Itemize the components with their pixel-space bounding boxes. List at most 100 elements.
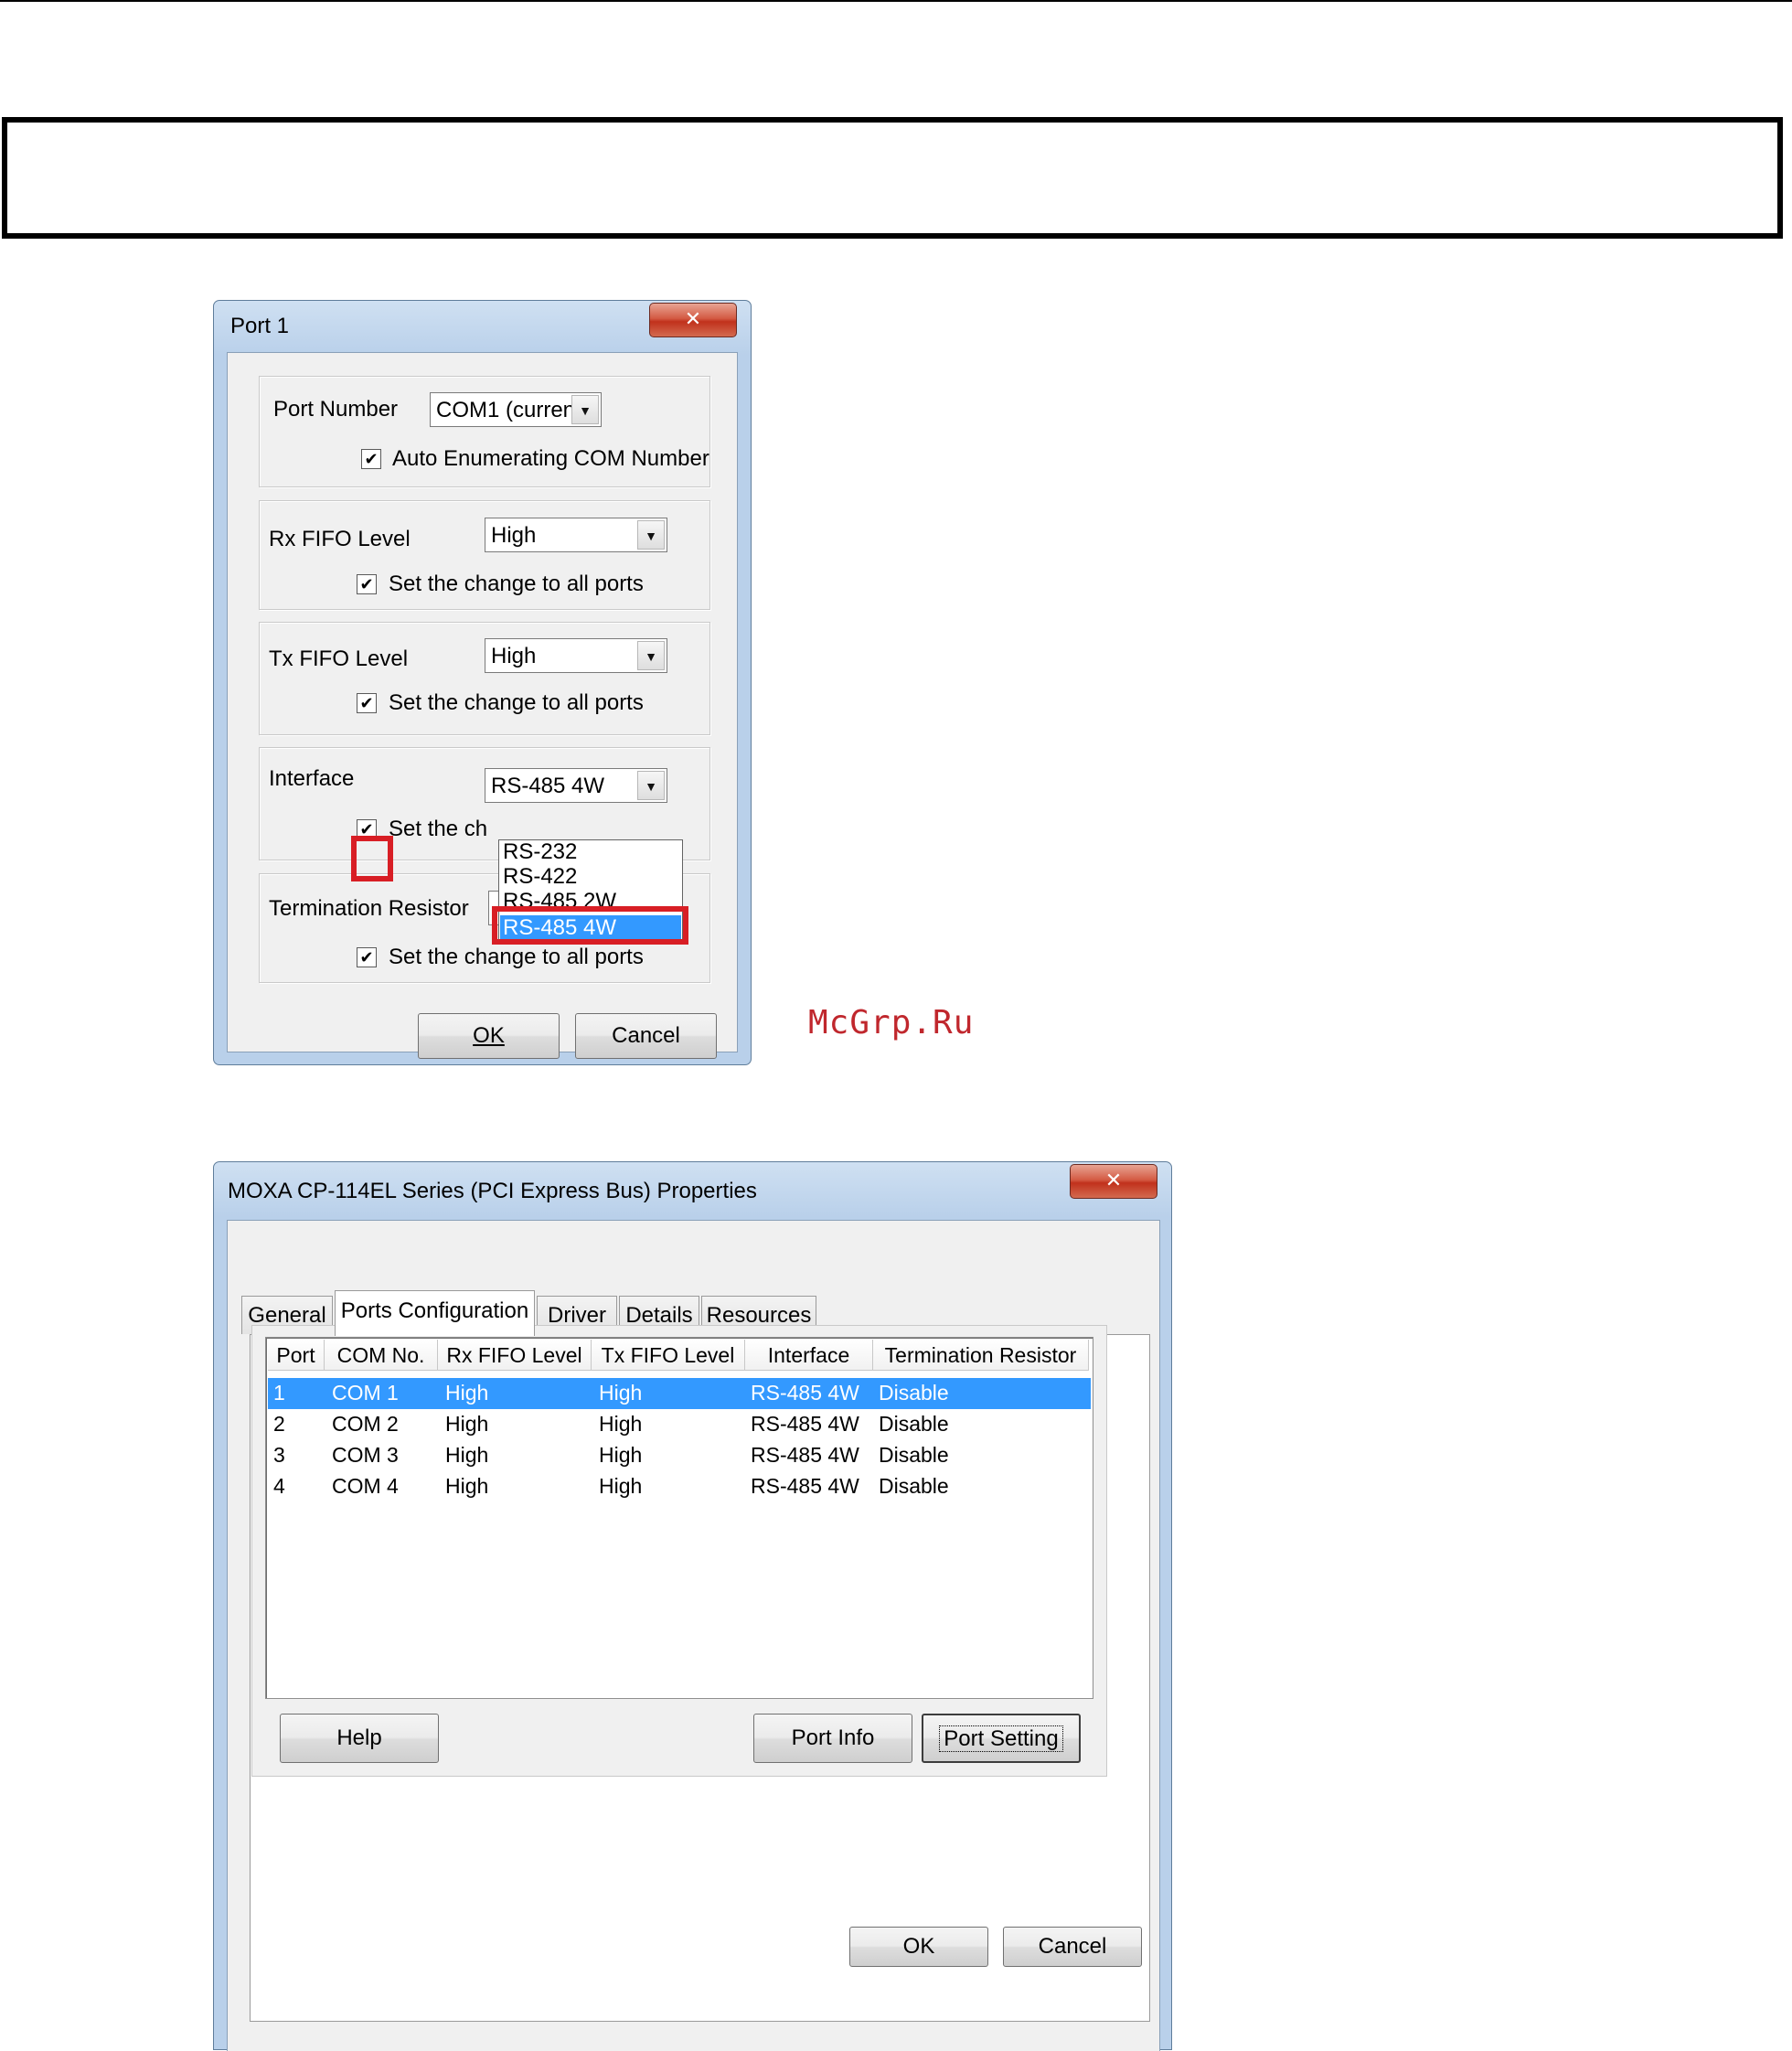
port-info-button-label: Port Info: [791, 1725, 875, 1750]
port-number-select[interactable]: COM1 (current) ▼: [430, 392, 602, 427]
interface-value: RS-485 4W: [491, 774, 605, 798]
close-icon: ✕: [1104, 1169, 1123, 1191]
rx-apply-all-checkbox[interactable]: ✔: [357, 574, 377, 594]
highlight-frame-option: [492, 906, 688, 945]
cell-tx-fifo: High: [599, 1412, 643, 1436]
cancel-button-label: Cancel: [1038, 1934, 1107, 1959]
top-rule: [0, 0, 1792, 2]
dropdown-option[interactable]: RS-422: [503, 865, 577, 889]
column-header-interface[interactable]: Interface: [745, 1340, 873, 1371]
tx-fifo-label: Tx FIFO Level: [269, 646, 409, 671]
cell-com-no: COM 1: [332, 1381, 399, 1405]
cell-rx-fifo: High: [445, 1443, 489, 1467]
cell-com-no: COM 2: [332, 1412, 399, 1436]
column-header-termination[interactable]: Termination Resistor: [873, 1340, 1089, 1371]
rx-fifo-select[interactable]: High ▼: [485, 518, 667, 552]
dialog-title: Port 1: [230, 314, 290, 338]
tx-apply-all-label: Set the change to all ports: [389, 690, 644, 715]
ok-button-label: OK: [473, 1023, 505, 1048]
cell-termination: Disable: [879, 1443, 949, 1467]
tx-fifo-select[interactable]: High ▼: [485, 638, 667, 673]
port-number-value: COM1 (current): [436, 398, 589, 422]
port-settings-dialog: Port 1 ✕ Port Number COM1 (current) ▼ ✔ …: [213, 300, 752, 1065]
column-header-port[interactable]: Port: [268, 1340, 325, 1371]
table-row[interactable]: 2 COM 2 High High RS-485 4W Disable: [268, 1409, 1091, 1440]
chevron-down-icon: ▼: [571, 395, 599, 424]
rx-fifo-label: Rx FIFO Level: [269, 527, 411, 551]
cell-port: 2: [273, 1412, 285, 1436]
highlight-frame-checkbox: [351, 836, 393, 881]
cancel-button[interactable]: Cancel: [1003, 1927, 1142, 1967]
dialog-client: General Ports Configuration Driver Detai…: [227, 1220, 1160, 2051]
watermark-text: McGrp.Ru: [808, 1004, 975, 1042]
cell-interface: RS-485 4W: [751, 1474, 859, 1498]
tx-fifo-group: Tx FIFO Level High ▼ ✔ Set the change to…: [259, 622, 710, 735]
cell-com-no: COM 3: [332, 1443, 399, 1467]
cell-termination: Disable: [879, 1412, 949, 1436]
port-number-group: Port Number COM1 (current) ▼ ✔ Auto Enum…: [259, 376, 710, 487]
termination-apply-all-label: Set the change to all ports: [389, 945, 644, 969]
help-button-label: Help: [336, 1725, 382, 1750]
cell-port: 4: [273, 1474, 285, 1498]
dialog-client: Port Number COM1 (current) ▼ ✔ Auto Enum…: [227, 352, 738, 1059]
close-button[interactable]: ✕: [1070, 1164, 1157, 1199]
dropdown-option[interactable]: RS-232: [503, 840, 577, 864]
cell-port: 1: [273, 1381, 285, 1405]
cell-rx-fifo: High: [445, 1474, 489, 1498]
cancel-button-label: Cancel: [612, 1023, 680, 1048]
table-row[interactable]: 4 COM 4 High High RS-485 4W Disable: [268, 1471, 1091, 1502]
table-row[interactable]: 3 COM 3 High High RS-485 4W Disable: [268, 1440, 1091, 1471]
rx-fifo-value: High: [491, 523, 537, 548]
check-icon: ✔: [364, 450, 379, 468]
cell-rx-fifo: High: [445, 1381, 489, 1405]
cell-tx-fifo: High: [599, 1381, 643, 1405]
chevron-down-icon: ▼: [637, 641, 665, 670]
tab-ports-configuration[interactable]: Ports Configuration: [335, 1290, 535, 1336]
tx-fifo-value: High: [491, 644, 537, 668]
column-header-tx-fifo[interactable]: Tx FIFO Level: [592, 1340, 745, 1371]
rx-apply-all-label: Set the change to all ports: [389, 572, 644, 596]
termination-apply-all-checkbox[interactable]: ✔: [357, 947, 377, 967]
cell-tx-fifo: High: [599, 1474, 643, 1498]
rx-fifo-group: Rx FIFO Level High ▼ ✔ Set the change to…: [259, 500, 710, 610]
check-icon: ✔: [359, 575, 374, 593]
tx-apply-all-checkbox[interactable]: ✔: [357, 693, 377, 713]
close-button[interactable]: ✕: [649, 303, 737, 337]
cell-rx-fifo: High: [445, 1412, 489, 1436]
cell-termination: Disable: [879, 1381, 949, 1405]
cell-com-no: COM 4: [332, 1474, 399, 1498]
ok-button[interactable]: OK: [849, 1927, 988, 1967]
auto-enum-checkbox[interactable]: ✔: [361, 449, 381, 469]
interface-apply-all-label: Set the ch: [389, 817, 488, 841]
port-setting-button[interactable]: Port Setting: [922, 1714, 1081, 1763]
cancel-button[interactable]: Cancel: [575, 1013, 717, 1059]
cell-interface: RS-485 4W: [751, 1412, 859, 1436]
check-icon: ✔: [359, 694, 374, 712]
interface-select[interactable]: RS-485 4W ▼: [485, 768, 667, 803]
cell-interface: RS-485 4W: [751, 1443, 859, 1467]
port-number-label: Port Number: [273, 397, 399, 422]
interface-label: Interface: [269, 766, 355, 791]
column-header-com-no[interactable]: COM No.: [325, 1340, 438, 1371]
chevron-down-icon: ▼: [637, 771, 665, 800]
ok-button[interactable]: OK: [418, 1013, 560, 1059]
properties-dialog: MOXA CP-114EL Series (PCI Express Bus) P…: [213, 1161, 1172, 2051]
close-icon: ✕: [684, 307, 702, 330]
cell-port: 3: [273, 1443, 285, 1467]
auto-enum-label: Auto Enumerating COM Number: [392, 446, 709, 471]
termination-label: Termination Resistor: [269, 896, 469, 921]
port-setting-button-label: Port Setting: [939, 1725, 1063, 1752]
header-box: [2, 117, 1783, 239]
check-icon: ✔: [359, 948, 374, 967]
dialog-title: MOXA CP-114EL Series (PCI Express Bus) P…: [228, 1179, 757, 1203]
ok-button-label: OK: [902, 1934, 935, 1959]
help-button[interactable]: Help: [280, 1714, 439, 1763]
cell-termination: Disable: [879, 1474, 949, 1498]
ports-table[interactable]: Port COM No. Rx FIFO Level Tx FIFO Level…: [265, 1337, 1093, 1699]
port-info-button[interactable]: Port Info: [753, 1714, 912, 1763]
column-header-rx-fifo[interactable]: Rx FIFO Level: [438, 1340, 592, 1371]
ports-group: Port COM No. Rx FIFO Level Tx FIFO Level…: [251, 1325, 1107, 1777]
table-row[interactable]: 1 COM 1 High High RS-485 4W Disable: [268, 1378, 1091, 1409]
cell-tx-fifo: High: [599, 1443, 643, 1467]
chevron-down-icon: ▼: [637, 520, 665, 550]
